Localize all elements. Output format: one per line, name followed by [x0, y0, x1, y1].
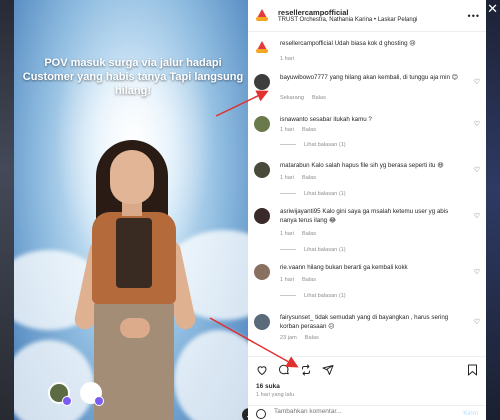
- tagged-accounts: [48, 382, 104, 406]
- comment-time: 1 hari: [280, 175, 294, 181]
- add-comment-row: Kirim: [248, 405, 486, 420]
- comment-username[interactable]: asriwijayanti95: [280, 208, 321, 215]
- heart-icon[interactable]: ♡: [474, 268, 480, 276]
- comment-username[interactable]: bayuwibowo7777: [280, 74, 328, 81]
- caption-text: Udah biasa kok d ghosting 😢: [334, 40, 416, 47]
- comment-text: hilang bukan berarti ga kembali kokk: [307, 264, 408, 271]
- post-time: 1 hari yang lalu: [256, 392, 294, 398]
- comment-username[interactable]: isnawanto: [280, 116, 308, 123]
- caption-username[interactable]: resellercampofficial: [280, 40, 333, 47]
- reply-button[interactable]: Balas: [302, 277, 316, 283]
- post-audio-info[interactable]: TRUST Orchestra, Nathania Karina • Laska…: [278, 17, 468, 23]
- heart-icon[interactable]: ♡: [474, 212, 480, 220]
- close-icon[interactable]: ✕: [487, 2, 498, 15]
- post-username[interactable]: resellercampofficial: [278, 8, 468, 17]
- reply-button[interactable]: Balas: [305, 335, 319, 341]
- view-replies-button[interactable]: Lihat balasan (1): [280, 293, 346, 299]
- avatar[interactable]: [254, 74, 270, 90]
- tagged-avatar[interactable]: [80, 382, 104, 406]
- post-media[interactable]: POV masuk surga via jalur hadapi Custome…: [14, 0, 248, 420]
- comment-text: sesabar itukah kamu ?: [309, 116, 372, 123]
- avatar[interactable]: [254, 264, 270, 280]
- post-detail-panel: resellercampofficial TRUST Orchestra, Na…: [248, 0, 486, 420]
- post-comment-button[interactable]: Kirim: [463, 410, 478, 417]
- heart-icon[interactable]: ♡: [474, 78, 480, 86]
- heart-icon[interactable]: ♡: [474, 318, 480, 326]
- heart-icon[interactable]: [256, 363, 268, 381]
- comment-time: 1 hari: [280, 231, 294, 237]
- comment-item: fairysunset_ tidak semudah yang di bayan…: [254, 314, 480, 350]
- person-figure: [64, 140, 204, 420]
- comment-item: rie.vaann hilang bukan berarti ga kembal…: [254, 264, 480, 304]
- comment-item: bayuwibowo7777 yang hilang akan kembali,…: [254, 74, 480, 108]
- comment-time: 1 hari: [280, 127, 294, 133]
- comment-time: 23 jam: [280, 335, 297, 341]
- emoji-icon[interactable]: [256, 409, 266, 419]
- media-caption-text: POV masuk surga via jalur hadapi Custome…: [22, 57, 244, 97]
- view-replies-button[interactable]: Lihat balasan (1): [280, 247, 346, 253]
- reply-button[interactable]: Balas: [302, 127, 316, 133]
- comment-username[interactable]: rie.vaann: [280, 264, 305, 271]
- repost-icon[interactable]: [300, 363, 312, 381]
- background-feed-right: [486, 0, 500, 420]
- heart-icon[interactable]: ♡: [474, 166, 480, 174]
- comment-item: asriwijayanti95 Kalo gini saya ga msalah…: [254, 208, 480, 258]
- share-icon[interactable]: [322, 363, 334, 381]
- avatar[interactable]: [254, 208, 270, 224]
- comment-icon[interactable]: [278, 363, 290, 381]
- account-logo-icon[interactable]: [254, 40, 270, 56]
- avatar[interactable]: [254, 314, 270, 330]
- reply-button[interactable]: Balas: [302, 231, 316, 237]
- comment-text: Kalo salah hapus file sih yg berasa sepe…: [311, 162, 444, 169]
- comment-input[interactable]: [274, 408, 444, 415]
- tagged-avatar[interactable]: [48, 382, 72, 406]
- comment-time: Sekarang: [280, 95, 304, 101]
- view-replies-button[interactable]: Lihat balasan (1): [280, 191, 346, 197]
- post-actions: 16 suka 1 hari yang lalu Kirim: [248, 356, 486, 420]
- account-logo-icon[interactable]: [254, 7, 270, 24]
- avatar[interactable]: [254, 116, 270, 132]
- comment-time: 1 hari: [280, 277, 294, 283]
- comments-list[interactable]: resellercampofficial Udah biasa kok d gh…: [248, 36, 486, 356]
- post-header: resellercampofficial TRUST Orchestra, Na…: [248, 0, 486, 32]
- reply-button[interactable]: Balas: [302, 175, 316, 181]
- comment-text: yang hilang akan kembali, di tunggu aja …: [329, 74, 459, 81]
- caption-time: 1 hari: [280, 56, 294, 62]
- view-replies-button[interactable]: Lihat balasan (1): [280, 142, 346, 148]
- more-icon[interactable]: •••: [468, 11, 480, 21]
- reply-button[interactable]: Balas: [312, 95, 326, 101]
- comment-username[interactable]: fairysunset_: [280, 314, 313, 321]
- comment-item: matarabun Kalo salah hapus file sih yg b…: [254, 162, 480, 202]
- heart-icon[interactable]: ♡: [474, 120, 480, 128]
- like-count[interactable]: 16 suka: [256, 383, 280, 390]
- comment-username[interactable]: matarabun: [280, 162, 310, 169]
- caption: resellercampofficial Udah biasa kok d gh…: [254, 40, 480, 66]
- avatar[interactable]: [254, 162, 270, 178]
- comment-item: isnawanto sesabar itukah kamu ? 1 hari Ba…: [254, 116, 480, 156]
- bookmark-icon[interactable]: [467, 363, 478, 381]
